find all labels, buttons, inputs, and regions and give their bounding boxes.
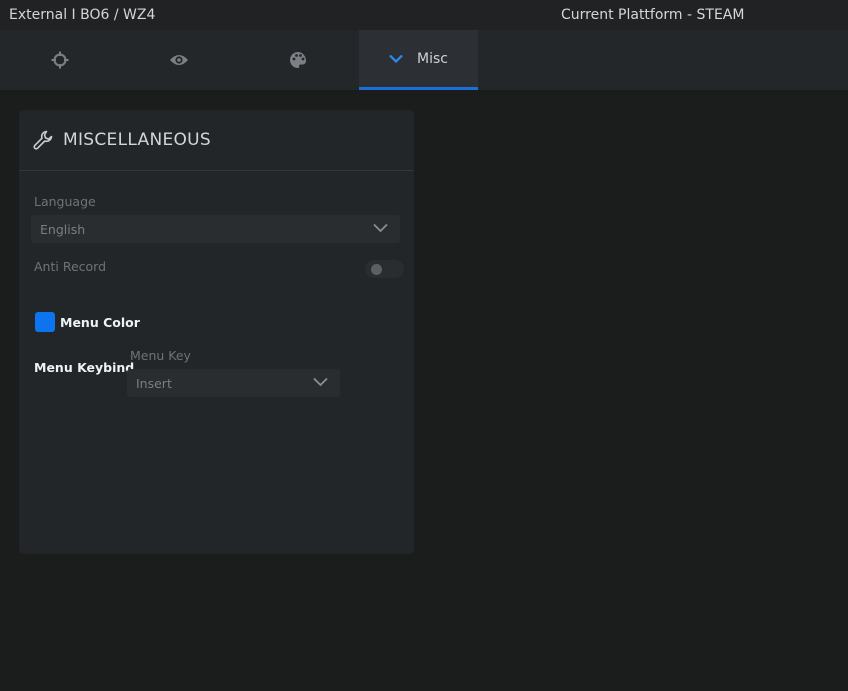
chevron-down-icon	[389, 54, 403, 63]
anti-record-label: Anti Record	[34, 259, 107, 274]
palette-icon	[289, 52, 306, 68]
tab-visuals[interactable]	[119, 30, 238, 90]
crosshair-icon	[51, 51, 68, 69]
chevron-down-icon	[313, 377, 328, 387]
platform-label: Current Plattform - STEAM	[561, 7, 745, 23]
tab-misc[interactable]: Misc	[359, 30, 478, 90]
panel-title: MISCELLANEOUS	[63, 130, 212, 150]
tab-aimbot[interactable]	[0, 30, 119, 90]
menu-color-swatch[interactable]	[35, 312, 55, 332]
menu-color-label: Menu Color	[60, 315, 140, 330]
tab-colors[interactable]	[238, 30, 357, 90]
toggle-knob	[371, 264, 382, 275]
language-label: Language	[34, 194, 96, 209]
tab-bar: Misc	[0, 30, 848, 90]
eye-icon	[169, 55, 188, 65]
menu-keybind-label: Menu Keybind	[34, 360, 135, 375]
panel-header: MISCELLANEOUS	[19, 110, 414, 171]
anti-record-toggle[interactable]	[365, 260, 404, 278]
tab-misc-label: Misc	[417, 50, 448, 67]
miscellaneous-panel: MISCELLANEOUS	[19, 110, 414, 554]
language-value: English	[40, 222, 86, 237]
language-dropdown[interactable]: English	[31, 215, 400, 243]
chevron-down-icon	[373, 223, 388, 233]
app-title: External I BO6 / WZ4	[9, 7, 156, 23]
wrench-icon	[33, 130, 53, 150]
menu-key-value: Insert	[136, 376, 172, 391]
menu-key-dropdown[interactable]: Insert	[127, 369, 340, 397]
title-bar: External I BO6 / WZ4 Current Plattform -…	[0, 0, 848, 30]
menu-key-label: Menu Key	[130, 348, 191, 363]
